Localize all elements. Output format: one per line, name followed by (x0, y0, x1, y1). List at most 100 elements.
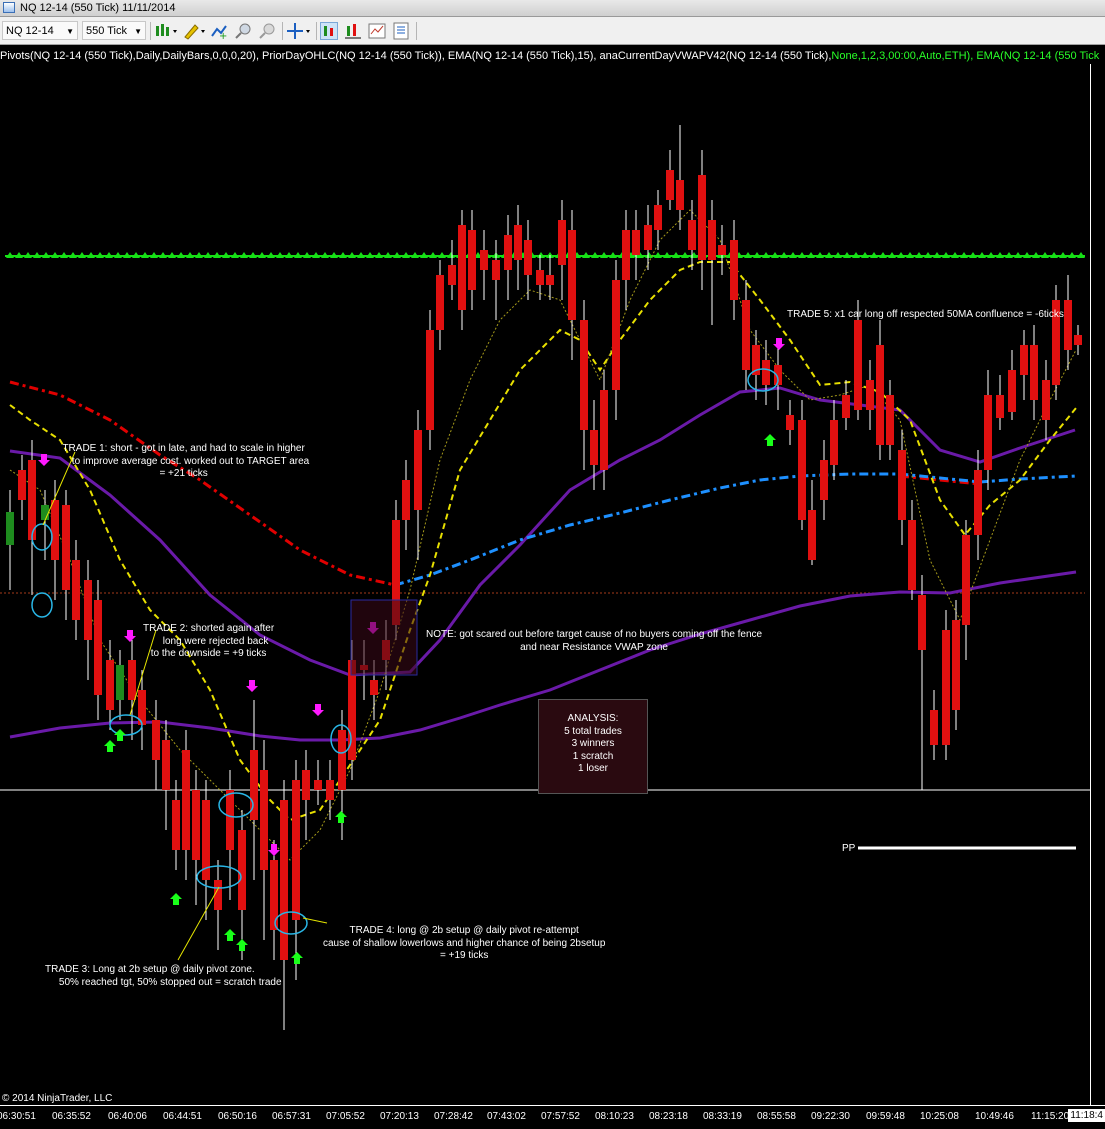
sell-arrow-icon (268, 844, 280, 856)
candle-down (448, 265, 456, 285)
candle-down (192, 790, 200, 860)
interval-selector[interactable]: 550 Tick ▼ (82, 21, 146, 40)
trade2-annotation: TRADE 2: shorted again after long were r… (143, 623, 275, 659)
time-axis-label: 09:59:48 (866, 1111, 905, 1122)
candle-down (1064, 300, 1072, 350)
candle-down (260, 770, 268, 870)
candle-down (908, 520, 916, 590)
candle-down (962, 535, 970, 625)
toolbar-separator (282, 22, 283, 40)
sell-arrow-icon (124, 630, 136, 642)
price-chart-panel[interactable]: TRADE 1: short - got in late, and had to… (0, 64, 1090, 1105)
note-annotation: NOTE: got scared out before target cause… (426, 629, 763, 653)
time-axis-label: 10:25:08 (920, 1111, 959, 1122)
buy-arrow-icon (335, 811, 347, 823)
instrument-label: NQ 12-14 (6, 25, 54, 37)
buy-arrow-icon (170, 893, 182, 905)
candle-down (280, 800, 288, 960)
time-axis-label: 08:23:18 (649, 1111, 688, 1122)
chart-trader-icon-glyph (324, 26, 333, 36)
candle-down (62, 505, 70, 590)
toolbar-separator (416, 22, 417, 40)
candle-down (600, 390, 608, 470)
buy-arrow-icon (224, 929, 236, 941)
candle-down (1008, 370, 1016, 412)
candle-down (708, 220, 716, 260)
candle-down (51, 500, 59, 560)
strategy-icon-glyph (345, 24, 361, 39)
candle-down (18, 470, 26, 500)
candle-down (942, 630, 950, 745)
chevron-down-icon: ▼ (134, 27, 142, 36)
candle-down (886, 395, 894, 445)
candle-down (558, 220, 566, 265)
trade4-annotation: TRADE 4: long @ 2b setup @ daily pivot r… (323, 925, 606, 961)
zoom-out-icon[interactable] (258, 22, 276, 40)
candle-down (644, 225, 652, 250)
data-box-icon-glyph (368, 23, 386, 39)
candle-down (338, 730, 346, 790)
candle-down (808, 510, 816, 560)
chart-trader-icon[interactable] (320, 22, 338, 40)
buy-arrow-icon (291, 952, 303, 964)
candle-down (172, 800, 180, 850)
crosshair-icon[interactable] (286, 22, 312, 40)
buy-arrow-icon (104, 740, 116, 752)
candle-down (182, 750, 190, 850)
window-title: NQ 12-14 (550 Tick) 11/11/2014 (20, 2, 176, 14)
candle-down (952, 620, 960, 710)
trade-marker-circle (274, 911, 308, 935)
candle-down (536, 270, 544, 285)
indicator-legend: Pivots(NQ 12-14 (550 Tick),Daily,DailyBa… (0, 48, 1105, 64)
analysis-text: ANALYSIS: 5 total trades 3 winners 1 scr… (564, 713, 622, 774)
bar-type-icon[interactable] (154, 22, 178, 40)
trade-marker-circle (31, 592, 53, 618)
trade-marker-circle (218, 792, 254, 818)
candle-down (676, 180, 684, 210)
candle-down (152, 720, 160, 760)
add-indicator-icon[interactable]: + (210, 22, 228, 42)
time-axis-label: 06:50:16 (218, 1111, 257, 1122)
trade3-annotation: TRADE 3: Long at 2b setup @ daily pivot … (45, 964, 282, 988)
draw-pencil-icon-glyph (184, 24, 205, 40)
candle-down (698, 175, 706, 260)
pivot-pp-label: PP (842, 843, 856, 854)
candle-down (106, 660, 114, 710)
time-axis-label: 08:10:23 (595, 1111, 634, 1122)
candle-down (842, 395, 850, 418)
trade5-annotation: TRADE 5: x1 car long off respected 50MA … (787, 309, 1064, 320)
data-box-icon[interactable] (368, 22, 386, 40)
time-axis-label: 10:49:46 (975, 1111, 1014, 1122)
strategy-icon[interactable] (344, 22, 362, 40)
candle-down (524, 240, 532, 275)
title-bar[interactable]: NQ 12-14 (550 Tick) 11/11/2014 (0, 0, 1105, 17)
time-axis-label: 09:22:30 (811, 1111, 850, 1122)
properties-icon[interactable] (392, 22, 410, 40)
candle-down (436, 275, 444, 330)
time-axis[interactable]: 06:30:51 06:35:52 06:40:06 06:44:51 06:50:16… (0, 1105, 1105, 1129)
last-time-label: 11:18:4 (1068, 1109, 1105, 1122)
buy-arrow-icon (764, 434, 776, 446)
time-axis-label: 06:40:06 (108, 1111, 147, 1122)
candle-down (162, 740, 170, 790)
price-axis[interactable] (1090, 64, 1105, 1105)
candle-down (128, 660, 136, 700)
candle-down (580, 320, 588, 430)
candle-down (468, 230, 476, 290)
candle-down (1074, 335, 1082, 345)
candle-down (546, 275, 554, 285)
crosshair-icon-glyph (287, 23, 310, 39)
time-axis-label: 07:57:52 (541, 1111, 580, 1122)
draw-pencil-icon[interactable] (182, 22, 206, 40)
time-axis-label: 08:55:58 (757, 1111, 796, 1122)
candle-down (292, 780, 300, 920)
candle-down (72, 560, 80, 620)
chart-window-icon (3, 2, 15, 13)
zoom-in-icon[interactable] (234, 22, 252, 40)
toolbar-separator (316, 22, 317, 40)
instrument-selector[interactable]: NQ 12-14 ▼ (2, 21, 78, 40)
svg-text:+: + (219, 31, 227, 40)
indicator-legend-green: None,1,2,3,00:00,Auto,ETH), EMA(NQ 12-14… (831, 50, 1100, 62)
candle-down (918, 595, 926, 650)
candle-down (590, 430, 598, 465)
